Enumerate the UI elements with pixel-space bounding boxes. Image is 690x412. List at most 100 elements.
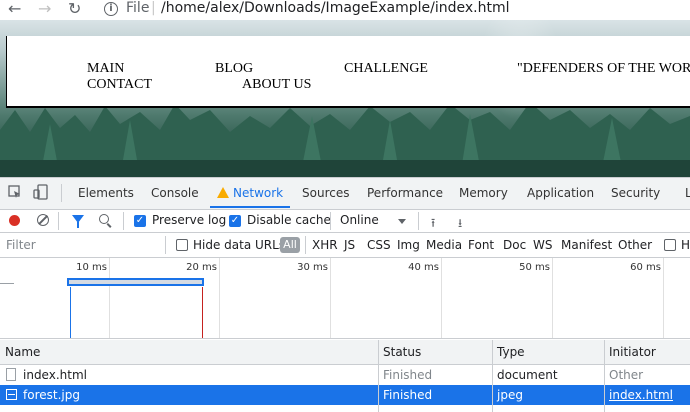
toolbar-divider: [330, 212, 331, 230]
tab-elements[interactable]: Elements: [78, 186, 134, 200]
row-type: jpeg: [497, 388, 523, 402]
row-type: document: [497, 368, 558, 382]
preserve-log-checkbox[interactable]: ✓: [134, 215, 146, 227]
filter-other[interactable]: Other: [618, 238, 652, 252]
throttling-select[interactable]: Online: [340, 213, 379, 227]
timeline-tick-label: 60 ms: [630, 262, 661, 273]
table-row-selected[interactable]: forest.jpg Finished jpeg index.html: [0, 385, 690, 405]
column-header-initiator[interactable]: Initiator: [609, 345, 656, 359]
timeline-gridline: [219, 258, 220, 338]
network-overview-timeline[interactable]: 10 ms 20 ms 30 ms 40 ms 50 ms 60 ms: [0, 258, 690, 339]
devtools-panel: Elements Console Network Sources Perform…: [0, 177, 690, 412]
table-row[interactable]: index.html Finished document Other: [0, 365, 690, 385]
network-toolbar: ✓ Preserve log ✓ Disable cache Online ⭱ …: [0, 210, 690, 233]
nav-link-about[interactable]: ABOUT US: [242, 77, 311, 93]
filter-xhr[interactable]: XHR: [312, 238, 338, 252]
row-initiator: Other: [609, 368, 644, 382]
toolbar-divider: [305, 236, 306, 254]
chevron-down-icon[interactable]: [398, 219, 406, 224]
filter-icon[interactable]: [72, 215, 84, 228]
url-text[interactable]: /home/alex/Downloads/ImageExample/index.…: [161, 0, 510, 17]
site-nav-bar: MAIN BLOG CHALLENGE "DEFENDERS OF THE WO…: [6, 36, 690, 108]
request-timing-bar: [67, 278, 204, 286]
address-separator: |: [151, 0, 156, 16]
row-name: forest.jpg: [23, 388, 80, 402]
tab-memory[interactable]: Memory: [459, 186, 508, 200]
filter-doc[interactable]: Doc: [503, 238, 526, 252]
nav-link-contact[interactable]: CONTACT: [87, 77, 152, 93]
filter-media[interactable]: Media: [426, 238, 462, 252]
warning-icon: [217, 187, 229, 198]
filter-overflow-label: H: [681, 238, 690, 252]
tab-performance[interactable]: Performance: [367, 186, 443, 200]
column-divider[interactable]: [492, 340, 493, 412]
export-har-icon[interactable]: ⭳: [458, 214, 462, 235]
timeline-tick-label: 40 ms: [408, 262, 439, 273]
timeline-dash: [0, 283, 14, 284]
timeline-tick-label: 10 ms: [76, 262, 107, 273]
timeline-gridline: [441, 258, 442, 338]
clear-icon[interactable]: [37, 214, 49, 226]
device-toggle-icon[interactable]: [33, 184, 49, 204]
tab-security[interactable]: Security: [611, 186, 660, 200]
active-tab-indicator: [210, 206, 290, 208]
toolbar-divider: [123, 212, 124, 230]
tab-network[interactable]: Network: [233, 186, 283, 200]
forward-arrow-icon[interactable]: →: [38, 0, 51, 18]
domcontentloaded-marker: [70, 287, 71, 338]
filter-all-button[interactable]: All: [280, 237, 300, 253]
timeline-gridline: [330, 258, 331, 338]
filter-input[interactable]: [0, 235, 168, 255]
row-status: Finished: [383, 388, 433, 402]
toolbar-divider: [58, 212, 59, 230]
nav-link-defenders[interactable]: "DEFENDERS OF THE WORL: [517, 61, 690, 77]
column-divider[interactable]: [604, 340, 605, 412]
load-event-marker: [202, 287, 203, 338]
nav-link-main[interactable]: MAIN: [87, 61, 124, 77]
row-name: index.html: [23, 368, 87, 382]
has-blocked-cookies-checkbox[interactable]: [664, 239, 676, 251]
timeline-gridline: [109, 258, 110, 338]
disable-cache-label: Disable cache: [247, 213, 331, 227]
row-status: Finished: [383, 368, 433, 382]
row-initiator-link[interactable]: index.html: [609, 388, 673, 402]
image-file-icon: [6, 389, 17, 400]
inspect-element-icon[interactable]: [8, 185, 22, 203]
timeline-tick-label: 20 ms: [186, 262, 217, 273]
timeline-tick-label: 50 ms: [519, 262, 550, 273]
nav-link-challenge[interactable]: CHALLENGE: [344, 61, 428, 77]
page-viewport: MAIN BLOG CHALLENGE "DEFENDERS OF THE WO…: [0, 20, 690, 177]
devtools-tab-bar: Elements Console Network Sources Perform…: [0, 178, 690, 210]
info-icon[interactable]: i: [104, 2, 118, 16]
filter-img[interactable]: Img: [397, 238, 420, 252]
filter-bar: Hide data URLs All XHR JS CSS Img Media …: [0, 233, 690, 258]
filter-css[interactable]: CSS: [367, 238, 391, 252]
tab-application[interactable]: Application: [527, 186, 594, 200]
toolbar-divider: [165, 236, 166, 254]
filter-font[interactable]: Font: [468, 238, 494, 252]
filter-js[interactable]: JS: [344, 238, 355, 252]
record-icon[interactable]: [9, 215, 20, 226]
reload-icon[interactable]: ↻: [68, 0, 81, 18]
toolbar-divider: [61, 184, 62, 202]
filter-manifest[interactable]: Manifest: [561, 238, 612, 252]
search-icon[interactable]: [99, 214, 109, 224]
hide-data-urls-checkbox[interactable]: [176, 239, 188, 251]
back-arrow-icon[interactable]: ←: [8, 0, 21, 18]
column-header-type[interactable]: Type: [497, 345, 525, 359]
nav-link-blog[interactable]: BLOG: [215, 61, 253, 77]
tab-console[interactable]: Console: [151, 186, 199, 200]
filter-ws[interactable]: WS: [533, 238, 552, 252]
hide-data-urls-label: Hide data URLs: [193, 238, 286, 252]
column-header-name[interactable]: Name: [5, 345, 40, 359]
import-har-icon[interactable]: ⭱: [431, 214, 435, 235]
preserve-log-label: Preserve log: [152, 213, 227, 227]
tab-overflow[interactable]: L: [685, 186, 690, 200]
column-divider[interactable]: [378, 340, 379, 412]
table-header: Name Status Type Initiator: [0, 340, 690, 365]
toolbar-divider: [418, 212, 419, 230]
column-header-status[interactable]: Status: [383, 345, 421, 359]
tab-sources[interactable]: Sources: [302, 186, 349, 200]
scheme-label: File: [126, 0, 150, 16]
disable-cache-checkbox[interactable]: ✓: [229, 215, 241, 227]
